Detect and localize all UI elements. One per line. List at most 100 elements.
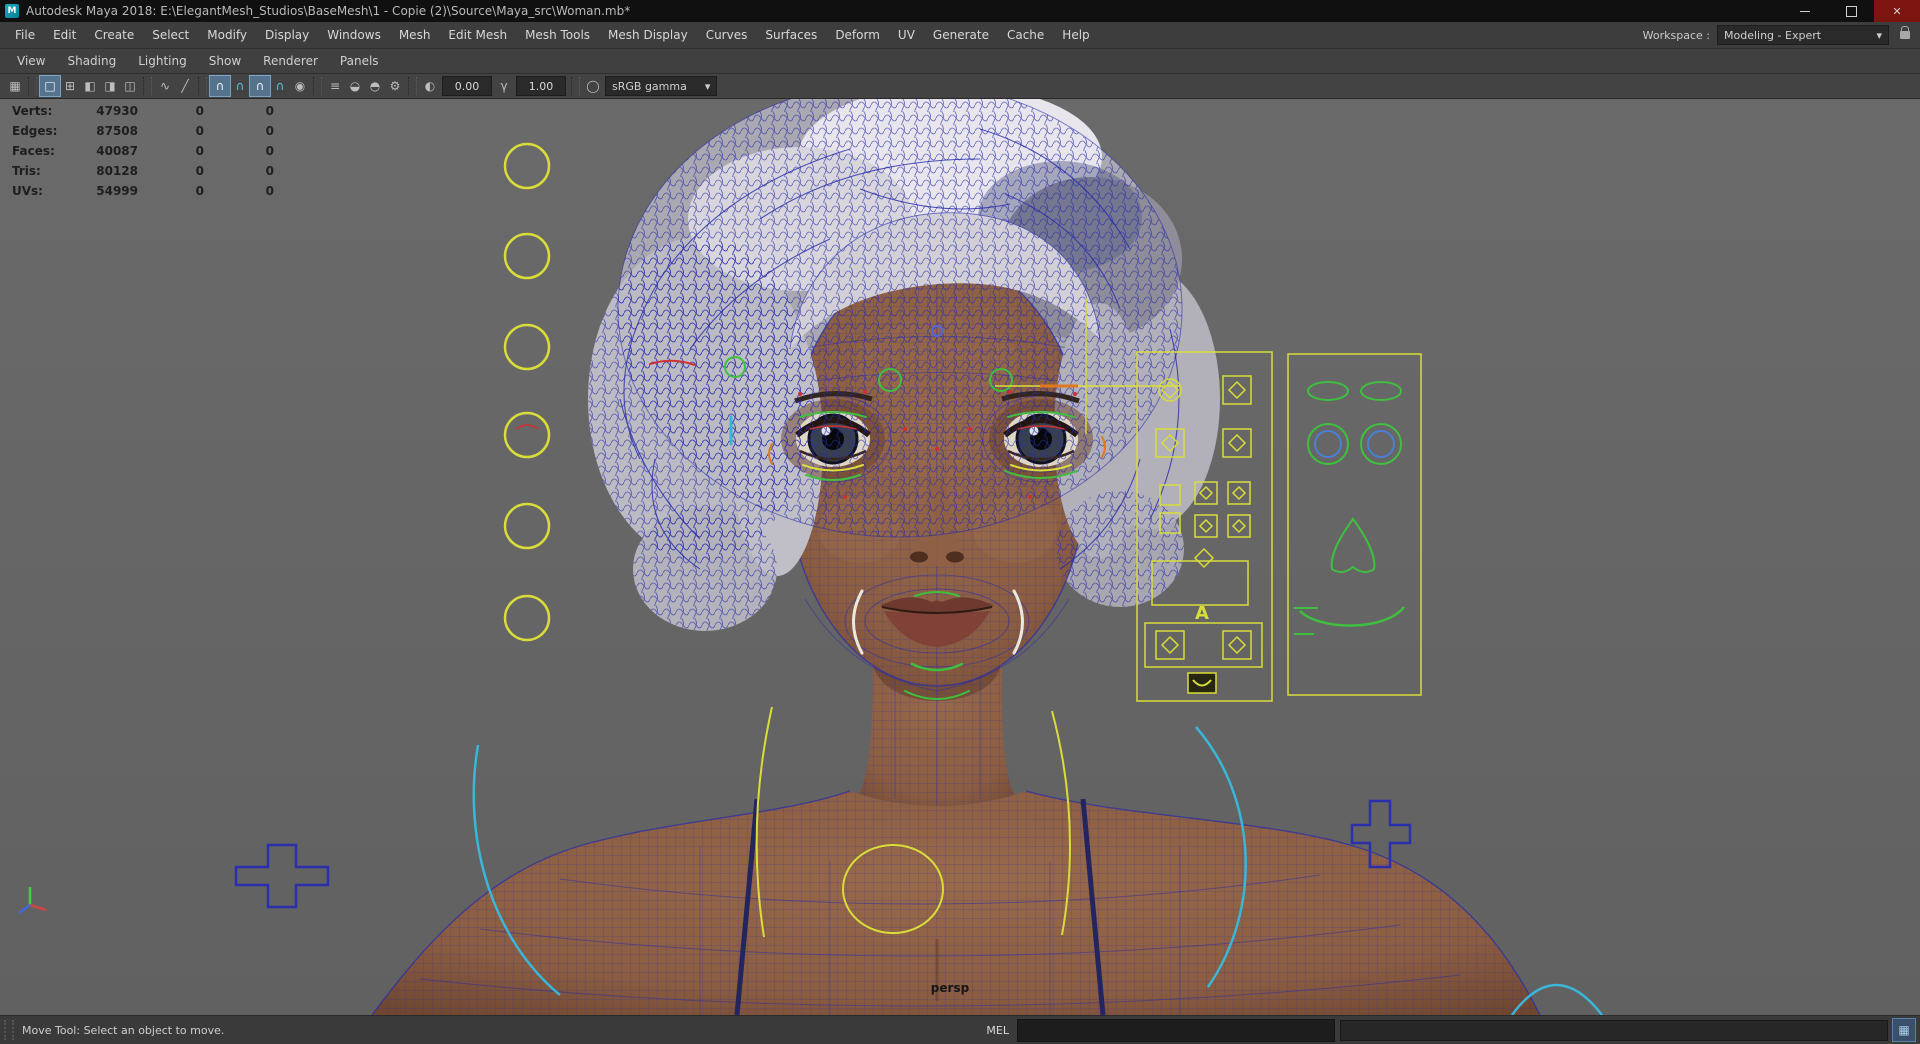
- panel-menu-bar: View Shading Lighting Show Renderer Pane…: [0, 49, 1920, 74]
- panel-menu-view[interactable]: View: [6, 49, 56, 73]
- close-button[interactable]: ✕: [1874, 0, 1920, 22]
- menu-create[interactable]: Create: [85, 22, 143, 48]
- mel-command-input[interactable]: [1017, 1018, 1335, 1042]
- mel-toggle-button[interactable]: MEL: [978, 1024, 1017, 1037]
- maximize-icon: [1845, 5, 1857, 17]
- two-pane-stacked-layout-icon[interactable]: ◨: [100, 76, 120, 96]
- hud-row-faces: Faces: 40087 0 0: [12, 141, 274, 161]
- menu-edit-mesh[interactable]: Edit Mesh: [439, 22, 516, 48]
- single-pane-layout-icon[interactable]: □: [39, 75, 61, 97]
- help-line: Move Tool: Select an object to move.: [22, 1023, 225, 1037]
- colorspace-value: sRGB gamma: [612, 79, 687, 93]
- helpline-grip[interactable]: [4, 1020, 14, 1040]
- toolbar-separator[interactable]: [143, 77, 152, 95]
- pencil-tool-icon[interactable]: ╱: [175, 76, 195, 96]
- toolbar-separator[interactable]: [571, 77, 580, 95]
- minimize-icon: [1800, 10, 1810, 12]
- hud-col3: 0: [265, 144, 274, 158]
- chevron-down-icon: ▾: [1876, 28, 1882, 42]
- hud-col2: 0: [195, 104, 204, 118]
- workspace-label: Workspace :: [1642, 28, 1710, 42]
- snap-to-grid-icon[interactable]: ∩: [209, 75, 231, 97]
- hud-total: 47930: [96, 104, 138, 118]
- two-pane-side-layout-icon[interactable]: ◧: [80, 76, 100, 96]
- window-title: Autodesk Maya 2018: E:\ElegantMesh_Studi…: [26, 4, 631, 18]
- viewport-canvas[interactable]: A: [0, 99, 1920, 1015]
- gamma-icon[interactable]: γ: [494, 76, 514, 96]
- render-view-icon[interactable]: ◒: [345, 76, 365, 96]
- toolbar-separator[interactable]: [198, 77, 207, 95]
- menu-select[interactable]: Select: [143, 22, 198, 48]
- menu-uv[interactable]: UV: [889, 22, 924, 48]
- perspective-viewport[interactable]: A Verts: 47930 0 0 Edges: 87508 0 0 Face…: [0, 99, 1920, 1015]
- script-editor-icon[interactable]: ▦: [1892, 1018, 1916, 1042]
- minimize-button[interactable]: [1782, 0, 1828, 22]
- make-live-icon[interactable]: ◉: [290, 76, 310, 96]
- menu-mesh-display[interactable]: Mesh Display: [599, 22, 697, 48]
- curve-edit-icon[interactable]: ∿: [155, 76, 175, 96]
- hud-col3: 0: [265, 164, 274, 178]
- menu-surfaces[interactable]: Surfaces: [756, 22, 826, 48]
- hud-col2: 0: [195, 144, 204, 158]
- menu-display[interactable]: Display: [256, 22, 318, 48]
- menu-mesh[interactable]: Mesh: [390, 22, 440, 48]
- exposure-field[interactable]: [442, 76, 492, 96]
- menu-curves[interactable]: Curves: [697, 22, 757, 48]
- exposure-icon[interactable]: ◐: [420, 76, 440, 96]
- title-bar: M Autodesk Maya 2018: E:\ElegantMesh_Stu…: [0, 0, 1920, 22]
- main-menu-bar: File Edit Create Select Modify Display W…: [0, 22, 1920, 49]
- left-plus-control[interactable]: [234, 843, 330, 909]
- rig-panel-face-curves[interactable]: [1287, 353, 1422, 696]
- outliner-persp-layout-icon[interactable]: ◫: [120, 76, 140, 96]
- menu-windows[interactable]: Windows: [318, 22, 390, 48]
- menu-generate[interactable]: Generate: [924, 22, 998, 48]
- construction-history-icon[interactable]: ≡: [325, 76, 345, 96]
- snap-to-curves-icon[interactable]: ∩: [230, 76, 250, 96]
- hud-col2: 0: [195, 184, 204, 198]
- hud-label: Edges:: [12, 124, 58, 138]
- snap-to-viewplane-icon[interactable]: ∩: [270, 76, 290, 96]
- render-settings-icon[interactable]: ⚙: [385, 76, 405, 96]
- menu-help[interactable]: Help: [1053, 22, 1098, 48]
- panel-menu-lighting[interactable]: Lighting: [127, 49, 198, 73]
- toolbar-separator[interactable]: [408, 77, 417, 95]
- menu-file[interactable]: File: [6, 22, 44, 48]
- hud-label: Tris:: [12, 164, 41, 178]
- mel-result-field[interactable]: [1340, 1019, 1888, 1041]
- rig-circle-column[interactable]: [503, 142, 551, 642]
- panel-menu-shading[interactable]: Shading: [56, 49, 127, 73]
- panel-menu-renderer[interactable]: Renderer: [252, 49, 329, 73]
- workspace-value: Modeling - Expert: [1724, 28, 1822, 42]
- snap-to-points-icon[interactable]: ∩: [249, 75, 271, 97]
- toolbar-separator[interactable]: [28, 77, 37, 95]
- hud-label: UVs:: [12, 184, 43, 198]
- ipr-render-icon[interactable]: ◓: [365, 76, 385, 96]
- four-pane-layout-icon[interactable]: ⊞: [60, 76, 80, 96]
- hud-row-verts: Verts: 47930 0 0: [12, 101, 274, 121]
- menu-mesh-tools[interactable]: Mesh Tools: [516, 22, 599, 48]
- hud-col3: 0: [265, 124, 274, 138]
- close-icon: ✕: [1892, 4, 1902, 18]
- workspace-dropdown[interactable]: Modeling - Expert ▾: [1717, 25, 1889, 45]
- panel-menu-show[interactable]: Show: [198, 49, 252, 73]
- panel-menu-panels[interactable]: Panels: [329, 49, 390, 73]
- workspace-lock-icon[interactable]: [1900, 26, 1910, 39]
- hud-total: 80128: [96, 164, 138, 178]
- hud-row-tris: Tris: 80128 0 0: [12, 161, 274, 181]
- menu-modify[interactable]: Modify: [198, 22, 256, 48]
- hud-row-edges: Edges: 87508 0 0: [12, 121, 274, 141]
- maya-logo-icon: M: [5, 4, 19, 18]
- menu-deform[interactable]: Deform: [826, 22, 889, 48]
- hud-col3: 0: [265, 184, 274, 198]
- colorspace-icon[interactable]: ◯: [583, 76, 603, 96]
- colorspace-dropdown[interactable]: sRGB gamma ▾: [605, 76, 718, 96]
- layout-presets-icon[interactable]: ▦: [5, 76, 25, 96]
- menu-edit[interactable]: Edit: [44, 22, 85, 48]
- hud-label: Verts:: [12, 104, 53, 118]
- maximize-button[interactable]: [1828, 0, 1874, 22]
- menu-cache[interactable]: Cache: [998, 22, 1053, 48]
- gamma-field[interactable]: [516, 76, 566, 96]
- axis-gizmo: [18, 887, 47, 915]
- toolbar-separator[interactable]: [313, 77, 322, 95]
- hud-total: 54999: [96, 184, 138, 198]
